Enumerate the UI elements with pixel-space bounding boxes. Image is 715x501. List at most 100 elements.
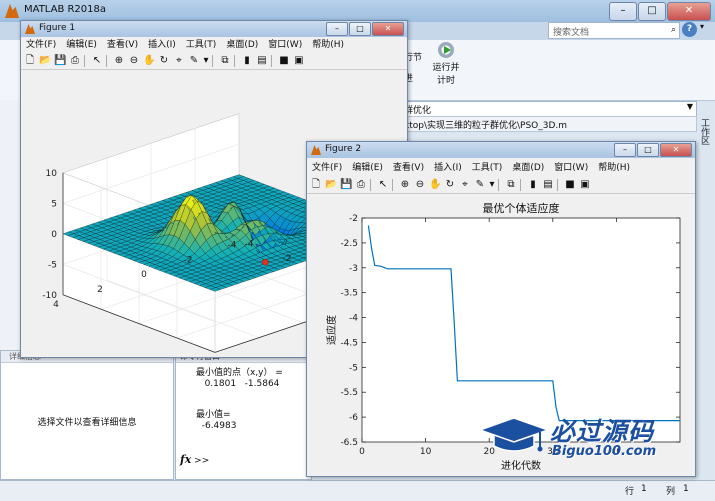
legend-icon[interactable]: ▤ [256, 55, 268, 67]
current-folder-address-bar[interactable]: 群优化 ▼ [400, 101, 697, 117]
figure-2-menu-bar: 文件(F) 编辑(E) 查看(V) 插入(I) 工具(T) 桌面(D) 窗口(W… [307, 161, 695, 175]
toolbar-separator [84, 55, 85, 67]
minimize-button[interactable]: – [609, 2, 637, 21]
minimize-button[interactable]: – [614, 143, 636, 157]
data-cursor-icon[interactable]: ⌖ [459, 179, 471, 191]
toolbar-separator [392, 179, 393, 191]
menu-edit[interactable]: 编辑(E) [61, 38, 102, 52]
save-icon[interactable]: 💾 [340, 179, 352, 191]
brush-icon[interactable]: ✎ [188, 55, 200, 67]
open-file-icon[interactable]: 📂 [325, 179, 337, 191]
colorbar-icon[interactable]: ▮ [241, 55, 253, 67]
pointer-icon[interactable]: ↖ [91, 55, 103, 67]
link-plot-icon[interactable]: ⧉ [505, 179, 517, 191]
menu-window[interactable]: 窗口(W) [549, 161, 593, 175]
menu-tools[interactable]: 工具(T) [467, 161, 508, 175]
y-tick-label: 2 [97, 285, 103, 295]
plot-area [361, 217, 681, 443]
menu-file[interactable]: 文件(F) [21, 38, 61, 52]
run-and-time-label-1: 运行并 [432, 63, 460, 73]
x-tick-label: 0 [359, 447, 365, 457]
menu-edit[interactable]: 编辑(E) [347, 161, 388, 175]
menu-help[interactable]: 帮助(H) [307, 38, 349, 52]
print-icon[interactable]: ⎙ [355, 179, 367, 191]
graduation-cap-icon [478, 417, 550, 452]
maximize-button[interactable]: □ [638, 2, 666, 21]
expand-icon[interactable]: ▾ [700, 22, 712, 37]
command-output-line: 最小值= [196, 410, 231, 420]
pan-icon[interactable]: ✋ [429, 179, 441, 191]
y-tick-label: -4.5 [340, 338, 358, 348]
zoom-out-icon[interactable]: ⊖ [128, 55, 140, 67]
pan-icon[interactable]: ✋ [143, 55, 155, 67]
show-plot-tools-icon[interactable]: ▣ [579, 179, 591, 191]
menu-help[interactable]: 帮助(H) [593, 161, 635, 175]
close-button[interactable]: ✕ [667, 2, 711, 21]
menu-view[interactable]: 查看(V) [102, 38, 143, 52]
maximize-button[interactable]: □ [349, 22, 371, 36]
menu-tools[interactable]: 工具(T) [181, 38, 222, 52]
open-file-icon[interactable]: 📂 [39, 55, 51, 67]
workspace-panel-tab[interactable]: 工作区 [697, 118, 711, 158]
link-plot-icon[interactable]: ⧉ [219, 55, 231, 67]
hide-plot-tools-icon[interactable]: ■ [278, 55, 290, 67]
pointer-icon[interactable]: ↖ [377, 179, 389, 191]
minimize-button[interactable]: – [326, 22, 348, 36]
colorbar-icon[interactable]: ▮ [527, 179, 539, 191]
y-tick-label: -6.5 [340, 438, 358, 448]
y-tick-label: 4 [53, 300, 59, 310]
zoom-out-icon[interactable]: ⊖ [414, 179, 426, 191]
toolbar-separator [520, 179, 521, 191]
address-dropdown-icon[interactable]: ▼ [687, 102, 693, 111]
close-button[interactable]: ✕ [372, 22, 404, 36]
run-and-time-button[interactable]: 运行并 计时 [428, 42, 464, 86]
rotate-3d-icon[interactable]: ↻ [158, 55, 170, 67]
brush-icon[interactable]: ✎ [474, 179, 486, 191]
command-prompt[interactable]: fx >> [180, 453, 308, 467]
figure-1-toolbar: 🗋 📂 💾 ⎙ ↖ ⊕ ⊖ ✋ ↻ ⌖ ✎ ▾ ⧉ ▮ ▤ ■ ▣ [21, 53, 407, 70]
y-tick-label: -5 [349, 363, 358, 373]
run-timer-icon [438, 42, 454, 58]
brush-dropdown-icon[interactable]: ▾ [489, 179, 495, 191]
search-documentation-input[interactable]: 搜索文档 ⌕ [548, 22, 680, 39]
fx-icon[interactable]: fx [180, 453, 191, 466]
figure-icon [311, 145, 321, 155]
new-figure-icon[interactable]: 🗋 [310, 179, 322, 191]
figure-2-title-bar: Figure 2 – □ ✕ [307, 142, 695, 158]
menu-file[interactable]: 文件(F) [307, 161, 347, 175]
figure-2-toolbar: 🗋 📂 💾 ⎙ ↖ ⊕ ⊖ ✋ ↻ ⌖ ✎ ▾ ⧉ ▮ ▤ ■ ▣ [307, 177, 695, 194]
menu-window[interactable]: 窗口(W) [263, 38, 307, 52]
toolbar-separator [370, 179, 371, 191]
y-tick-label: -6 [349, 413, 358, 423]
toolbar-separator [557, 179, 558, 191]
hide-plot-tools-icon[interactable]: ■ [564, 179, 576, 191]
new-figure-icon[interactable]: 🗋 [24, 55, 36, 67]
brush-dropdown-icon[interactable]: ▾ [203, 55, 209, 67]
menu-desktop[interactable]: 桌面(D) [507, 161, 549, 175]
figure-1-window-controls: – □ ✕ [325, 22, 404, 36]
y-tick-label: 0 [141, 270, 147, 280]
menu-insert[interactable]: 插入(I) [143, 38, 181, 52]
command-window[interactable]: 命令行窗口 最小值的点（x,y） = 0.1801 -1.5864 最小值= -… [175, 350, 312, 480]
data-cursor-icon[interactable]: ⌖ [173, 55, 185, 67]
site-watermark: 必过源码 Biguo100.com [478, 412, 698, 468]
menu-view[interactable]: 查看(V) [388, 161, 429, 175]
maximize-button[interactable]: □ [637, 143, 659, 157]
zoom-in-icon[interactable]: ⊕ [399, 179, 411, 191]
current-folder-panel [0, 100, 21, 350]
legend-icon[interactable]: ▤ [542, 179, 554, 191]
menu-desktop[interactable]: 桌面(D) [221, 38, 263, 52]
close-button[interactable]: ✕ [660, 143, 692, 157]
menu-insert[interactable]: 插入(I) [429, 161, 467, 175]
window-controls: – □ ✕ [608, 2, 711, 21]
figure-2-title: Figure 2 [325, 144, 362, 154]
rotate-3d-icon[interactable]: ↻ [444, 179, 456, 191]
search-icon[interactable]: ⌕ [671, 25, 676, 35]
save-icon[interactable]: 💾 [54, 55, 66, 67]
zoom-in-icon[interactable]: ⊕ [113, 55, 125, 67]
figure-1-menu-bar: 文件(F) 编辑(E) 查看(V) 插入(I) 工具(T) 桌面(D) 窗口(W… [21, 38, 407, 52]
help-icon[interactable]: ? [682, 22, 697, 37]
matlab-logo-icon [5, 4, 19, 18]
print-icon[interactable]: ⎙ [69, 55, 81, 67]
show-plot-tools-icon[interactable]: ▣ [293, 55, 305, 67]
